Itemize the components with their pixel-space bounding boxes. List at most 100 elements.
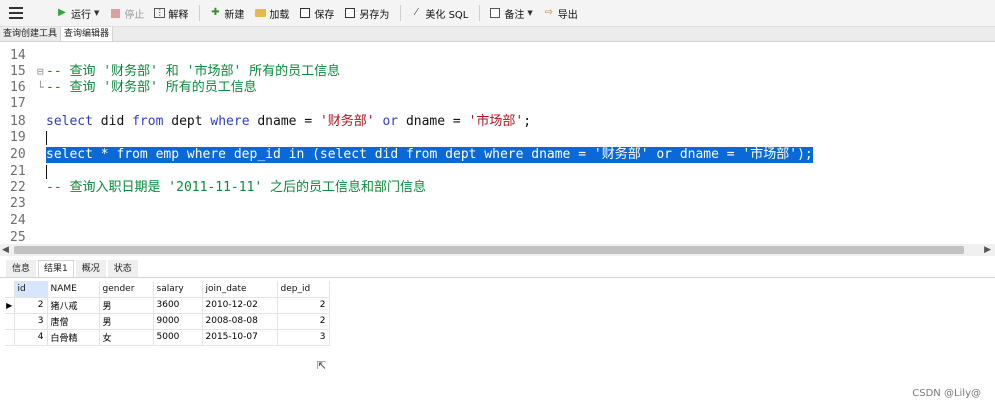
table-cell[interactable]: 3600 — [153, 297, 203, 314]
save-as-button[interactable]: 另存为 — [340, 3, 393, 23]
table-cell[interactable]: 2008-08-08 — [202, 313, 278, 330]
column-header[interactable]: gender — [99, 281, 154, 298]
fold-end-icon: └ — [37, 81, 44, 94]
folder-icon — [254, 7, 266, 19]
stop-icon — [109, 7, 121, 19]
sql-comment: -- 查询入职日期是 '2011-11-11' 之后的员工信息和部门信息 — [46, 180, 427, 195]
column-header[interactable]: join_date — [202, 281, 278, 298]
scroll-right-icon[interactable]: ▶ — [984, 244, 991, 256]
fold-toggle-icon[interactable]: ⊟ — [37, 64, 44, 80]
row-marker — [5, 329, 15, 346]
tab-profile[interactable]: 概况 — [75, 260, 106, 277]
sql-comment: -- 查询 '财务部' 所有的员工信息 — [46, 80, 257, 95]
editor-line: 22 -- 查询入职日期是 '2011-11-11' 之后的员工信息和部门信息 — [0, 180, 995, 196]
toolbar: ▶ 运行 ▼ 停止 ⋮ 解释 ✚ 新建 加载 保存 另存为 ⁄ 美化 SQL 备… — [0, 0, 995, 27]
table-cell[interactable]: 9000 — [153, 313, 203, 330]
text-cursor — [46, 131, 47, 145]
table-cell[interactable]: 2 — [277, 313, 330, 330]
table-row[interactable]: ▶ 2 猪八戒 男 3600 2010-12-02 2 — [5, 297, 330, 314]
new-button[interactable]: ✚ 新建 — [205, 3, 248, 23]
line-number: 19 — [10, 130, 26, 145]
chevron-down-icon[interactable]: ▼ — [94, 9, 99, 17]
table-cell[interactable]: 2 — [277, 297, 330, 314]
line-number: 24 — [10, 213, 26, 228]
table-row[interactable]: 4 白骨精 女 5000 2015-10-07 3 — [5, 329, 330, 346]
tab-result-1[interactable]: 结果1 — [38, 260, 74, 277]
table-cell[interactable]: 3 — [277, 329, 330, 346]
header-row: id NAME gender salary join_date dep_id — [5, 281, 330, 298]
sql-statement: select did from dept where dname = '财务部'… — [46, 114, 532, 129]
beautify-sql-button[interactable]: ⁄ 美化 SQL — [406, 3, 472, 23]
sql-comment: -- 查询 '财务部' 和 '市场部' 所有的员工信息 — [46, 64, 341, 79]
save-as-icon — [344, 7, 356, 19]
table-cell[interactable]: 女 — [99, 329, 154, 346]
table-cell[interactable]: 4 — [14, 329, 48, 346]
editor-line-selected: 20 select * from emp where dep_id in (se… — [0, 147, 995, 163]
line-number: 15 — [10, 64, 26, 79]
sql-editor[interactable]: 14 15 ⊟ -- 查询 '财务部' 和 '市场部' 所有的员工信息 16 └… — [0, 42, 995, 244]
line-number: 23 — [10, 196, 26, 211]
table-cell[interactable]: 唐僧 — [47, 313, 100, 330]
note-icon — [489, 7, 501, 19]
save-button[interactable]: 保存 — [295, 3, 338, 23]
table-row[interactable]: 3 唐僧 男 9000 2008-08-08 2 — [5, 313, 330, 330]
toolbar-divider — [479, 5, 481, 21]
line-number: 17 — [10, 96, 26, 111]
explain-button[interactable]: ⋮ 解释 — [150, 3, 192, 23]
table-cell[interactable]: 2 — [14, 297, 48, 314]
save-icon — [299, 7, 311, 19]
column-header[interactable]: NAME — [47, 281, 100, 298]
text-cursor — [46, 165, 47, 179]
editor-line: 14 — [0, 48, 995, 64]
toolbar-divider — [199, 5, 201, 21]
scrollbar-thumb[interactable] — [14, 246, 964, 254]
tab-query-builder[interactable]: 查询创建工具 — [0, 27, 62, 41]
table-cell[interactable]: 5000 — [153, 329, 203, 346]
editor-line: 16 └ -- 查询 '财务部' 所有的员工信息 — [0, 80, 995, 96]
editor-line: 19 — [0, 130, 995, 146]
table-cell[interactable]: 2010-12-02 — [202, 297, 278, 314]
horizontal-scrollbar[interactable]: ◀ ▶ — [0, 244, 995, 256]
tab-status[interactable]: 状态 — [107, 260, 138, 277]
table-cell[interactable]: 猪八戒 — [47, 297, 100, 314]
tab-info[interactable]: 信息 — [6, 260, 37, 277]
tab-query-editor[interactable]: 查询编辑器 — [61, 27, 114, 41]
run-button[interactable]: ▶ 运行 ▼ — [52, 3, 103, 23]
watermark: CSDN @Lily@ — [912, 388, 981, 399]
table-cell[interactable]: 2015-10-07 — [202, 329, 278, 346]
explain-icon: ⋮ — [154, 8, 166, 18]
editor-line: 23 — [0, 196, 995, 212]
column-header[interactable]: id — [14, 281, 48, 298]
chevron-down-icon[interactable]: ▼ — [527, 9, 532, 17]
line-number: 21 — [10, 164, 26, 179]
row-marker — [5, 281, 15, 298]
table-cell[interactable]: 3 — [14, 313, 48, 330]
note-button[interactable]: 备注 ▼ — [485, 3, 536, 23]
magic-wand-icon: ⁄ — [415, 7, 418, 18]
editor-line: 24 — [0, 213, 995, 229]
editor-line: 18 select did from dept where dname = '财… — [0, 114, 995, 130]
table-cell[interactable]: 男 — [99, 313, 154, 330]
editor-line: 21 — [0, 164, 995, 180]
current-row-pointer-icon: ▶ — [5, 297, 15, 314]
column-header[interactable]: dep_id — [277, 281, 330, 298]
editor-line: 15 ⊟ -- 查询 '财务部' 和 '市场部' 所有的员工信息 — [0, 64, 995, 80]
selected-sql-statement[interactable]: select * from emp where dep_id in (selec… — [46, 147, 813, 163]
table-cell[interactable]: 白骨精 — [47, 329, 100, 346]
line-number: 20 — [10, 147, 26, 162]
stop-button[interactable]: 停止 — [105, 3, 148, 23]
result-grid[interactable]: id NAME gender salary join_date dep_id ▶… — [5, 281, 330, 346]
scroll-left-icon[interactable]: ◀ — [2, 244, 9, 256]
result-tab-bar: 信息 结果1 概况 状态 — [0, 260, 995, 278]
play-icon: ▶ — [58, 7, 66, 18]
toolbar-divider — [400, 5, 402, 21]
export-button[interactable]: ⇨ 导出 — [539, 3, 582, 23]
new-icon: ✚ — [211, 7, 220, 18]
line-number: 25 — [10, 230, 26, 244]
line-number: 22 — [10, 180, 26, 195]
row-marker — [5, 313, 15, 330]
table-cell[interactable]: 男 — [99, 297, 154, 314]
load-button[interactable]: 加载 — [250, 3, 293, 23]
column-header[interactable]: salary — [153, 281, 203, 298]
hamburger-menu-icon[interactable] — [6, 3, 26, 23]
